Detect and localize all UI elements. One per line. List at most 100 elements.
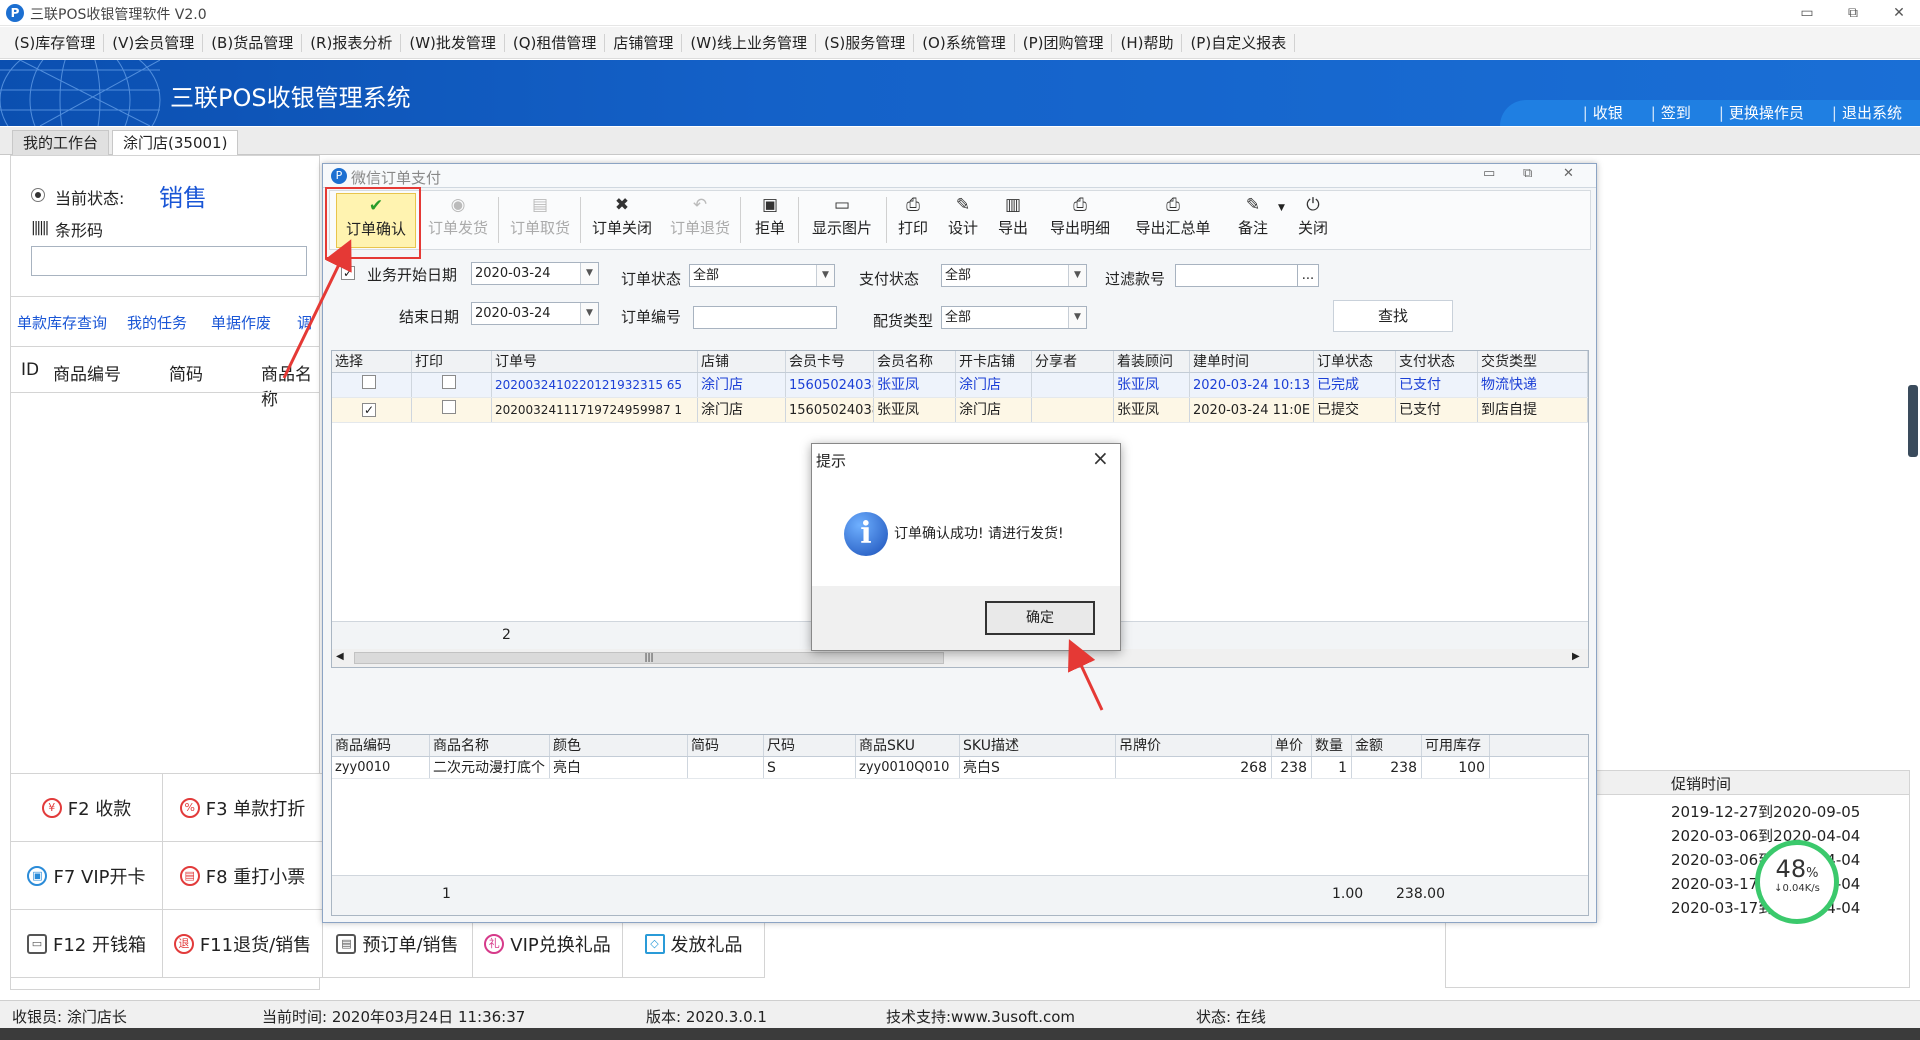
divider: [11, 296, 319, 297]
menu-member[interactable]: (V)会员管理: [104, 33, 204, 52]
f3-discount-button[interactable]: % F3 单款打折: [163, 774, 323, 842]
chevron-down-icon[interactable]: ▼: [1068, 307, 1086, 328]
tab-store[interactable]: 涂门店(35001): [112, 130, 239, 155]
link-void-receipt[interactable]: 单据作废: [211, 312, 271, 333]
status-label: 当前状态:: [55, 189, 125, 208]
close-icon: ✖: [614, 195, 630, 215]
col-sku-desc: SKU描述: [960, 735, 1116, 756]
remark-label: 备注: [1237, 219, 1268, 237]
end-date-input[interactable]: 2020-03-24 ▼: [471, 302, 599, 325]
promo-row[interactable]: 2020-03-06到2020-04-04: [1671, 825, 1860, 846]
menu-system[interactable]: (O)系统管理: [914, 33, 1015, 52]
link-stock-query[interactable]: 单款库存查询: [17, 312, 107, 333]
pay-status-select[interactable]: 全部 ▼: [941, 264, 1087, 287]
shop-cell: 涂门店: [698, 373, 786, 397]
menu-online[interactable]: (W)线上业务管理: [682, 33, 816, 52]
menu-reports[interactable]: (R)报表分析: [302, 33, 402, 52]
remark-button[interactable]: ✎ 备注: [1230, 193, 1276, 248]
remark-dropdown-icon[interactable]: ▼: [1278, 203, 1285, 213]
online-status: 状态: 在线: [1196, 1008, 1266, 1026]
f12-cash-drawer-button[interactable]: ▭ F12 开钱箱: [11, 910, 163, 978]
chevron-down-icon[interactable]: ▼: [580, 263, 598, 284]
barcode-input[interactable]: [31, 246, 307, 276]
status-radio[interactable]: [31, 188, 45, 202]
filter-style-input[interactable]: [1175, 264, 1299, 287]
network-speed-widget[interactable]: 48% ↓0.04K/s: [1755, 840, 1839, 924]
dialog-minimize-button[interactable]: ▭: [1483, 166, 1495, 181]
ok-button[interactable]: 确定: [985, 601, 1095, 635]
link-my-tasks[interactable]: 我的任务: [127, 312, 187, 333]
tab-bar: 我的工作台 涂门店(35001): [0, 127, 1920, 155]
order-pickup-button[interactable]: ▤ 订单取货: [504, 193, 576, 248]
chevron-down-icon[interactable]: ▼: [816, 265, 834, 286]
exit-system-link[interactable]: 退出系统: [1832, 102, 1902, 123]
items-total-qty: 1.00: [1332, 886, 1364, 902]
menu-help[interactable]: (H)帮助: [1112, 33, 1183, 52]
select-checkbox[interactable]: ✓: [362, 403, 376, 417]
menu-groupbuy[interactable]: (P)团购管理: [1015, 33, 1113, 52]
msgbox-close-icon[interactable]: ×: [1092, 446, 1109, 470]
checkin-link[interactable]: 签到: [1651, 102, 1691, 123]
menu-store[interactable]: 店铺管理: [605, 33, 683, 52]
chevron-down-icon[interactable]: ▼: [580, 303, 598, 324]
col-card: 会员卡号: [786, 351, 874, 372]
order-row[interactable]: ✓ 20200324111719724959987 1 涂门店 15605024…: [332, 398, 1588, 423]
col-short-code: 简码: [169, 365, 203, 385]
scroll-right-icon[interactable]: ▶: [1572, 651, 1580, 662]
pay-status-cell: 已支付: [1396, 373, 1478, 397]
order-no-input[interactable]: [693, 306, 837, 329]
export-detail-button[interactable]: ⎙ 导出明细: [1042, 193, 1118, 248]
menu-service[interactable]: (S)服务管理: [816, 33, 915, 52]
menu-rental[interactable]: (Q)租借管理: [505, 33, 606, 52]
design-button[interactable]: ✎ 设计: [942, 193, 984, 248]
close-dialog-button[interactable]: ⏻ 关闭: [1292, 193, 1334, 248]
f8-reprint-button[interactable]: ▤ F8 重打小票: [163, 842, 323, 910]
select-checkbox[interactable]: [362, 375, 376, 389]
export-summary-button[interactable]: ⎙ 导出汇总单: [1128, 193, 1218, 248]
orders-scrollbar[interactable]: ◀ ||| ▶: [332, 649, 1588, 667]
date-filter-checkbox[interactable]: ✓: [341, 266, 355, 280]
export-button[interactable]: ▥ 导出: [992, 193, 1034, 248]
item-row[interactable]: zyy0010 二次元动漫打底个 亮白 S zyy0010Q010 亮白S 26…: [332, 757, 1588, 779]
item-code-cell: zyy0010: [332, 757, 430, 778]
order-status-select[interactable]: 全部 ▼: [689, 264, 835, 287]
delivery-type-select[interactable]: 全部 ▼: [941, 306, 1087, 329]
shop-cell: 涂门店: [698, 398, 786, 422]
start-date-value: 2020-03-24: [475, 266, 551, 281]
scroll-thumb[interactable]: |||: [354, 652, 944, 664]
tab-my-workbench[interactable]: 我的工作台: [12, 130, 110, 155]
menu-inventory[interactable]: (S)库存管理: [6, 33, 105, 52]
minimize-button[interactable]: ▭: [1790, 2, 1824, 24]
start-date-input[interactable]: 2020-03-24 ▼: [471, 262, 599, 285]
close-window-button[interactable]: ✕: [1882, 2, 1916, 24]
print-checkbox[interactable]: [442, 400, 456, 414]
order-close-button[interactable]: ✖ 订单关闭: [586, 193, 658, 248]
menu-goods[interactable]: (B)货品管理: [203, 33, 303, 52]
menu-custom-report[interactable]: (P)自定义报表: [1182, 33, 1296, 52]
scroll-left-icon[interactable]: ◀: [336, 651, 344, 662]
promo-row[interactable]: 2019-12-27到2020-09-05: [1671, 801, 1860, 822]
link-adjust[interactable]: 调: [297, 312, 312, 333]
order-ship-button[interactable]: ◉ 订单发货: [422, 193, 494, 248]
chevron-down-icon[interactable]: ▼: [1068, 265, 1086, 286]
f7-vip-card-button[interactable]: ▣ F7 VIP开卡: [11, 842, 163, 910]
col-id: ID: [21, 360, 40, 380]
restore-button[interactable]: ⧉: [1836, 2, 1870, 24]
print-button[interactable]: ⎙ 打印: [892, 193, 934, 248]
show-image-button[interactable]: ▭ 显示图片: [804, 193, 880, 248]
f11-return-button[interactable]: 退 F11退货/销售: [163, 910, 323, 978]
f2-checkout-button[interactable]: ¥ F2 收款: [11, 774, 163, 842]
side-scroll-handle[interactable]: [1908, 385, 1918, 457]
menu-wholesale[interactable]: (W)批发管理: [401, 33, 505, 52]
print-checkbox[interactable]: [442, 375, 456, 389]
switch-operator-link[interactable]: 更换操作员: [1719, 102, 1804, 123]
filter-style-browse-button[interactable]: ...: [1297, 264, 1319, 287]
order-return-label: 订单退货: [669, 219, 730, 237]
cashier-link[interactable]: 收银: [1583, 102, 1623, 123]
order-row[interactable]: 2020032410220121932315 65 涂门店 1560502403…: [332, 373, 1588, 398]
dialog-restore-button[interactable]: ⧉: [1523, 166, 1532, 181]
order-return-button[interactable]: ↶ 订单退货: [664, 193, 736, 248]
dialog-close-button[interactable]: ✕: [1563, 166, 1574, 181]
search-button[interactable]: 查找: [1333, 300, 1453, 332]
reject-order-button[interactable]: ▣ 拒单: [748, 193, 792, 248]
